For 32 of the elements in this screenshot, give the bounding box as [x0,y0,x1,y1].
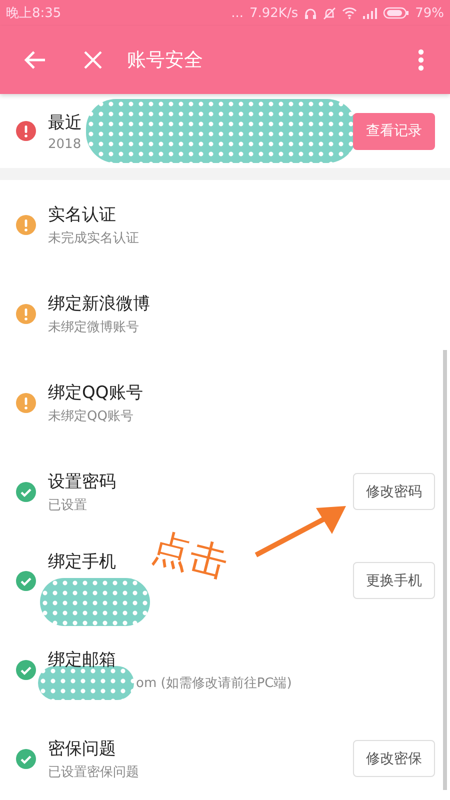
item-title: 实名认证 [48,204,116,226]
battery-icon [383,7,410,19]
item-title: 绑定QQ账号 [48,382,143,404]
item-title: 最近 [48,112,82,134]
action-button[interactable]: 修改密码 [353,473,435,510]
item-subtitle: 未绑定QQ账号 [48,408,134,424]
annotation-text: 点击 [146,523,234,588]
more-indicator: ... [231,6,244,20]
bell-off-icon [323,6,336,20]
item-subtitle: om (如需修改请前往PC端) [136,674,292,692]
item-title: 绑定邮箱 [48,648,116,670]
wifi-icon [342,7,358,19]
action-button[interactable]: 更换手机 [353,562,435,599]
network-speed: 7.92K/s [249,6,298,20]
item-title: 设置密码 [48,470,116,492]
item-subtitle: 未绑定微博账号 [48,318,139,336]
item-subtitle: 已设置密保问题 [48,764,139,780]
clock-time: 晚上8:35 [6,5,62,22]
item-title: 密保问题 [48,738,116,760]
action-button[interactable]: 修改密保 [353,740,435,777]
signal-icon [363,8,378,18]
item-title: 绑定手机 [48,550,116,572]
more-icon [418,49,424,71]
close-icon [84,51,102,69]
item-subtitle: 2018 [48,136,82,152]
item-title: 绑定新浪微博 [48,292,150,314]
item-subtitle: 未完成实名认证 [48,230,139,246]
page-title: 账号安全 [127,48,203,73]
battery-percent: 79% [415,6,444,20]
item-subtitle: 已设置 [48,496,87,514]
back-arrow-icon [24,51,46,69]
headset-icon [304,6,318,20]
